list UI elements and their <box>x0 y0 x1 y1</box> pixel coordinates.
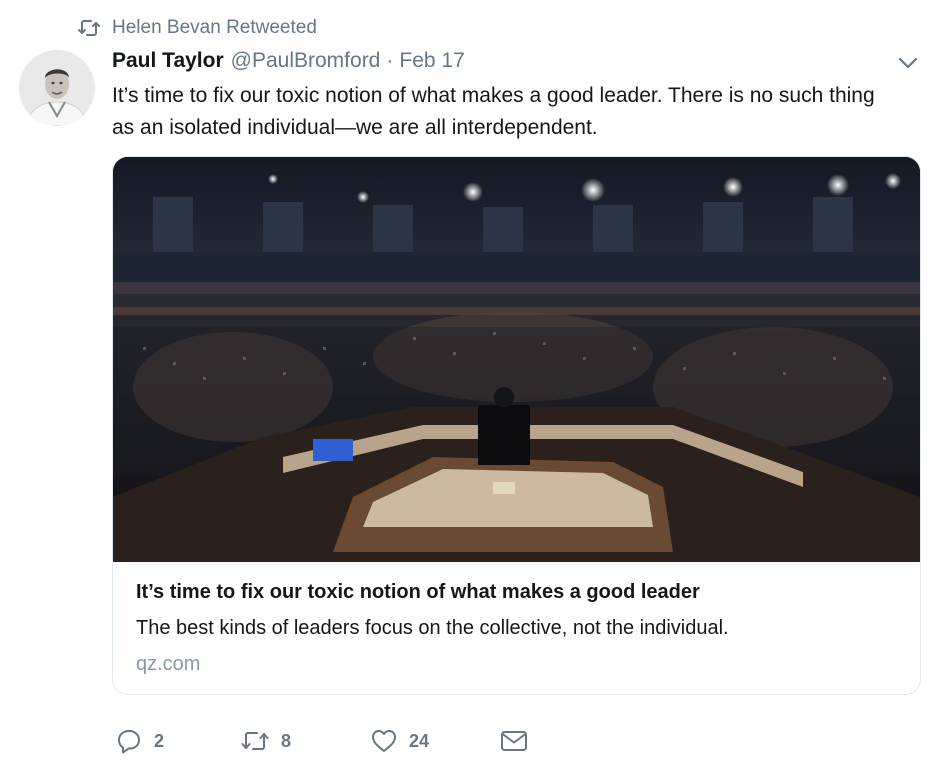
chevron-down-icon[interactable] <box>896 54 920 72</box>
separator-dot: · <box>386 49 394 72</box>
link-card[interactable]: It’s time to fix our toxic notion of wha… <box>112 156 921 695</box>
reply-icon <box>116 728 142 754</box>
retweeted-by-label: Helen Bevan Retweeted <box>112 17 317 38</box>
card-image <box>113 157 920 562</box>
author-name[interactable]: Paul Taylor <box>112 49 224 73</box>
like-count: 24 <box>409 730 430 751</box>
tweet-text: It’s time to fix our toxic notion of wha… <box>112 84 875 139</box>
tweet-date[interactable]: Feb 17 <box>399 49 464 73</box>
author-handle[interactable]: @PaulBromford <box>231 49 381 73</box>
reply-count: 2 <box>154 730 165 751</box>
avatar[interactable] <box>19 50 95 126</box>
card-domain: qz.com <box>136 653 201 675</box>
retweet-icon <box>78 18 100 38</box>
card-title[interactable]: It’s time to fix our toxic notion of wha… <box>136 581 700 604</box>
direct-message-button[interactable] <box>500 725 528 757</box>
retweet-button[interactable]: 8 <box>241 725 291 757</box>
retweet-action-icon <box>241 729 269 753</box>
retweet-count: 8 <box>281 730 292 751</box>
reply-button[interactable]: 2 <box>116 725 164 757</box>
tweet-header: Paul Taylor @PaulBromford · Feb 17 <box>112 49 465 77</box>
like-button[interactable]: 24 <box>371 725 429 757</box>
envelope-icon <box>500 730 528 752</box>
heart-icon <box>371 729 397 753</box>
retweet-context[interactable]: Helen Bevan Retweeted <box>78 16 317 40</box>
card-description: The best kinds of leaders focus on the c… <box>136 617 729 639</box>
